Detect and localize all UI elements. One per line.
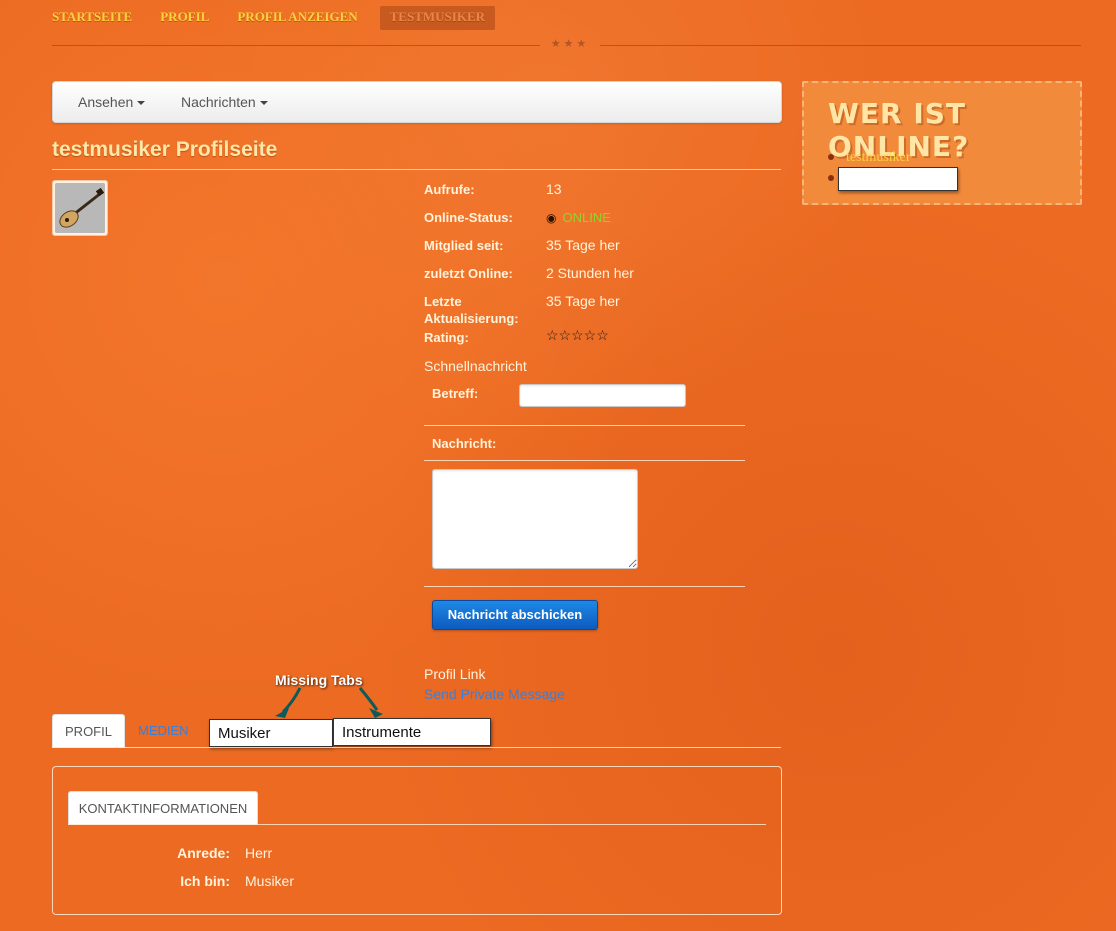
nav-item-profil[interactable]: PROFIL (150, 6, 219, 30)
last-online-value: 2 Stunden her (546, 265, 634, 281)
avatar[interactable] (52, 180, 108, 236)
form-divider-1 (424, 425, 745, 426)
contact-panel (52, 766, 782, 915)
member-since-value: 35 Tage her (546, 237, 620, 253)
profile-link[interactable]: Profil Link (424, 666, 485, 682)
divider-stars-icon: ★★★ (550, 38, 590, 50)
tabs-divider (52, 747, 781, 748)
eye-icon: ◉ (546, 211, 557, 225)
member-since-label: Mitglied seit: (424, 238, 504, 253)
nav-item-profil-anzeigen[interactable]: PROFIL ANZEIGEN (227, 6, 367, 30)
subtab-divider (68, 824, 766, 825)
view-dropdown-label: Ansehen (78, 94, 134, 110)
divider-right (600, 45, 1081, 46)
salutation-value: Herr (245, 845, 273, 861)
rating-stars-icon[interactable]: ☆☆☆☆☆ (546, 327, 609, 344)
nav-item-startseite[interactable]: STARTSEITE (52, 6, 142, 30)
top-navigation: STARTSEITE PROFIL PROFIL ANZEIGEN TESTMU… (52, 6, 503, 30)
views-value: 13 (546, 181, 562, 197)
private-message-link[interactable]: Send Private Message (424, 686, 565, 702)
message-textarea[interactable] (432, 469, 638, 569)
caret-down-icon (137, 101, 146, 106)
guitar-icon (55, 183, 105, 233)
profile-toolbar: Ansehen Nachrichten (52, 81, 782, 123)
status-value-wrap: ◉ ONLINE (546, 209, 611, 225)
view-dropdown[interactable]: Ansehen (78, 82, 146, 122)
tab-profil[interactable]: PROFIL (52, 714, 125, 748)
iam-value: Musiker (245, 873, 295, 889)
subject-input[interactable] (519, 384, 686, 407)
bullet-icon (828, 174, 834, 181)
form-divider-2 (424, 460, 745, 461)
messages-dropdown-label: Nachrichten (181, 94, 256, 110)
caret-down-icon (259, 101, 268, 106)
divider-left (52, 45, 540, 46)
last-update-value: 35 Tage her (546, 293, 620, 309)
nav-item-testmusiker[interactable]: TESTMUSIKER (379, 6, 496, 30)
salutation-label: Anrede: (177, 845, 230, 861)
send-message-button[interactable]: Nachricht abschicken (432, 600, 598, 630)
last-update-label: Letzte Aktualisierung: (424, 294, 519, 326)
views-label: Aufrufe: (424, 182, 475, 197)
title-divider (52, 169, 781, 170)
annotation-arrows-icon (275, 687, 383, 718)
last-online-label: zuletzt Online: (424, 266, 513, 281)
tab-instrumente[interactable]: Instrumente (333, 718, 491, 746)
iam-label: Ich bin: (180, 873, 230, 889)
tab-musiker[interactable]: Musiker (209, 719, 333, 747)
message-label: Nachricht: (432, 436, 497, 451)
list-item: testmusiker (828, 148, 911, 166)
online-status: ONLINE (562, 210, 611, 225)
bullet-icon (828, 153, 834, 160)
online-list-overlay-box (838, 167, 958, 191)
messages-dropdown[interactable]: Nachrichten (181, 82, 268, 122)
status-label: Online-Status: (424, 210, 513, 225)
subject-label: Betreff: (432, 386, 479, 401)
online-user-link[interactable]: testmusiker (846, 150, 911, 165)
rating-label: Rating: (424, 330, 469, 345)
tab-medien[interactable]: MEDIEN (138, 714, 189, 747)
quick-message-title: Schnellnachricht (424, 358, 527, 374)
form-divider-3 (424, 586, 745, 587)
page-title: testmusiker Profilseite (52, 138, 278, 161)
tab-kontaktinformationen[interactable]: KONTAKTINFORMATIONEN (68, 791, 258, 825)
